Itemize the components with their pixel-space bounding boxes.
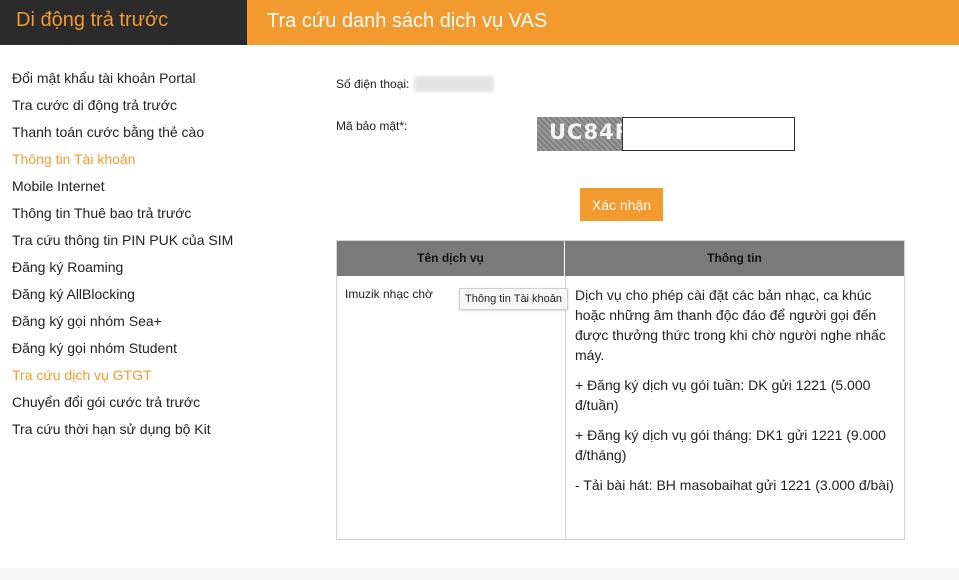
table-cell-service: Imuzik nhạc chờ [345,287,433,301]
table-header-info: Thông tin [565,241,904,276]
column-divider [565,276,566,539]
sidebar-menu: Đổi mật khẩu tài khoản Portal Tra cước d… [12,68,247,446]
sidebar-item-account-info[interactable]: Thông tin Tài khoản [12,149,247,176]
captcha-image: UC84R [537,117,622,151]
info-description: Dịch vụ cho phép cài đặt các bản nhạc, c… [575,287,886,363]
sidebar-item-mobile-internet[interactable]: Mobile Internet [12,176,247,203]
captcha-input[interactable] [622,117,795,151]
info-monthly-plan: + Đăng ký dịch vụ gói tháng: DK1 gửi 122… [575,427,886,463]
brand-title[interactable]: Di động trả trước [16,9,168,32]
phone-number-redacted [414,76,494,92]
info-download-song: - Tải bài hát: BH masobaihat gửi 1221 (3… [575,477,894,493]
sidebar-item-scratch-card-payment[interactable]: Thanh toán cước bằng thẻ cào [12,122,247,149]
sidebar-item-roaming[interactable]: Đăng ký Roaming [12,257,247,284]
sidebar-item-allblocking[interactable]: Đăng ký AllBlocking [12,284,247,311]
table-header-service: Tên dịch vụ [337,241,565,276]
captcha-label: Mã bảo mật*: [336,119,408,133]
sidebar-item-prepaid-charges[interactable]: Tra cước di động trả trước [12,95,247,122]
sidebar-item-kit-expiry[interactable]: Tra cứu thời hạn sử dụng bộ Kit [12,419,247,446]
sidebar-item-vas-lookup[interactable]: Tra cứu dịch vụ GTGT [12,365,247,392]
sidebar-item-sea-plus[interactable]: Đăng ký gọi nhóm Sea+ [12,311,247,338]
captcha-text: UC84R [549,120,622,144]
brand-bar: Di động trả trước [0,0,247,45]
info-weekly-plan: + Đăng ký dịch vụ gói tuần: DK gửi 1221 … [575,377,871,413]
vas-table: Tên dịch vụ Thông tin Imuzik nhạc chờ Dị… [336,240,905,540]
sidebar-item-subscriber-info[interactable]: Thông tin Thuê bao trả trước [12,203,247,230]
sidebar-item-student-group[interactable]: Đăng ký gọi nhóm Student [12,338,247,365]
page-title: Tra cứu danh sách dịch vụ VAS [267,10,548,32]
sidebar-item-change-plan[interactable]: Chuyển đổi gói cước trả trước [12,392,247,419]
sidebar-item-pin-puk[interactable]: Tra cứu thông tin PIN PUK của SIM [12,230,247,257]
hover-tooltip: Thông tin Tài khoản [459,288,569,310]
phone-label: Số điện thoại: [336,77,410,91]
table-cell-info: Dịch vụ cho phép cài đặt các bản nhạc, c… [575,285,897,505]
sidebar-item-change-portal-password[interactable]: Đổi mật khẩu tài khoản Portal [12,68,247,95]
title-bar: Tra cứu danh sách dịch vụ VAS [247,0,959,45]
footer-strip [0,568,959,580]
confirm-button[interactable]: Xác nhận [580,188,663,221]
